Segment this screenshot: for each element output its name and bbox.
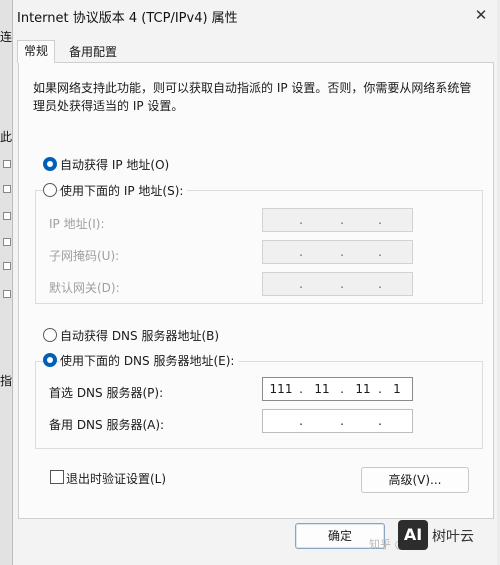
preferred-dns-label: 首选 DNS 服务器(P):	[49, 386, 164, 400]
default-gateway-label: 默认网关(D):	[49, 281, 120, 295]
background-checkbox	[3, 185, 11, 193]
background-checkbox	[3, 212, 11, 220]
ip-address-label: IP 地址(I):	[49, 217, 105, 231]
background-checkbox	[3, 262, 11, 270]
auto-dns-radio[interactable]	[43, 328, 57, 342]
manual-dns-label[interactable]: 使用下面的 DNS 服务器地址(E):	[60, 352, 239, 369]
background-text: 指	[0, 374, 13, 388]
auto-ip-radio[interactable]	[43, 157, 57, 171]
subnet-mask-field[interactable]: . . .	[262, 240, 413, 264]
alternate-dns-field[interactable]: . . .	[262, 409, 413, 433]
manual-dns-radio[interactable]	[43, 353, 57, 367]
window-title: Internet 协议版本 4 (TCP/IPv4) 属性	[17, 11, 238, 26]
tab-alternate-configuration[interactable]: 备用配置	[65, 42, 121, 62]
background-text: 此	[0, 130, 13, 144]
background-checkbox	[3, 160, 11, 168]
background-checkbox	[3, 290, 11, 298]
watermark-logo: AI	[398, 520, 428, 550]
description-text: 如果网络支持此功能，则可以获取自动指派的 IP 设置。否则，你需要从网络系统管理…	[33, 81, 472, 113]
background-text: 连	[0, 30, 13, 44]
default-gateway-field[interactable]: . . .	[262, 272, 413, 296]
manual-dns-group	[35, 361, 483, 449]
validate-on-exit-label[interactable]: 退出时验证设置(L)	[66, 470, 166, 487]
manual-ip-label[interactable]: 使用下面的 IP 地址(S):	[60, 182, 188, 199]
manual-ip-radio[interactable]	[43, 183, 57, 197]
preferred-dns-field[interactable]: 111. 11. 11. 1	[262, 377, 413, 401]
ipv4-properties-dialog: Internet 协议版本 4 (TCP/IPv4) 属性 ✕ 常规 备用配置 …	[12, 0, 497, 565]
auto-ip-label[interactable]: 自动获得 IP 地址(O)	[60, 156, 169, 173]
general-tab-panel: 如果网络支持此功能，则可以获取自动指派的 IP 设置。否则，你需要从网络系统管理…	[18, 62, 494, 519]
watermark-text: 树叶云	[432, 529, 474, 545]
tab-general[interactable]: 常规	[17, 40, 56, 63]
subnet-mask-label: 子网掩码(U):	[49, 249, 120, 263]
alternate-dns-label: 备用 DNS 服务器(A):	[49, 418, 165, 432]
validate-on-exit-checkbox[interactable]	[50, 470, 64, 484]
auto-dns-label[interactable]: 自动获得 DNS 服务器地址(B)	[60, 327, 219, 344]
ip-address-field[interactable]: . . .	[262, 208, 413, 232]
close-icon[interactable]: ✕	[468, 3, 494, 27]
advanced-button[interactable]: 高级(V)...	[361, 467, 469, 493]
background-checkbox	[3, 238, 11, 246]
